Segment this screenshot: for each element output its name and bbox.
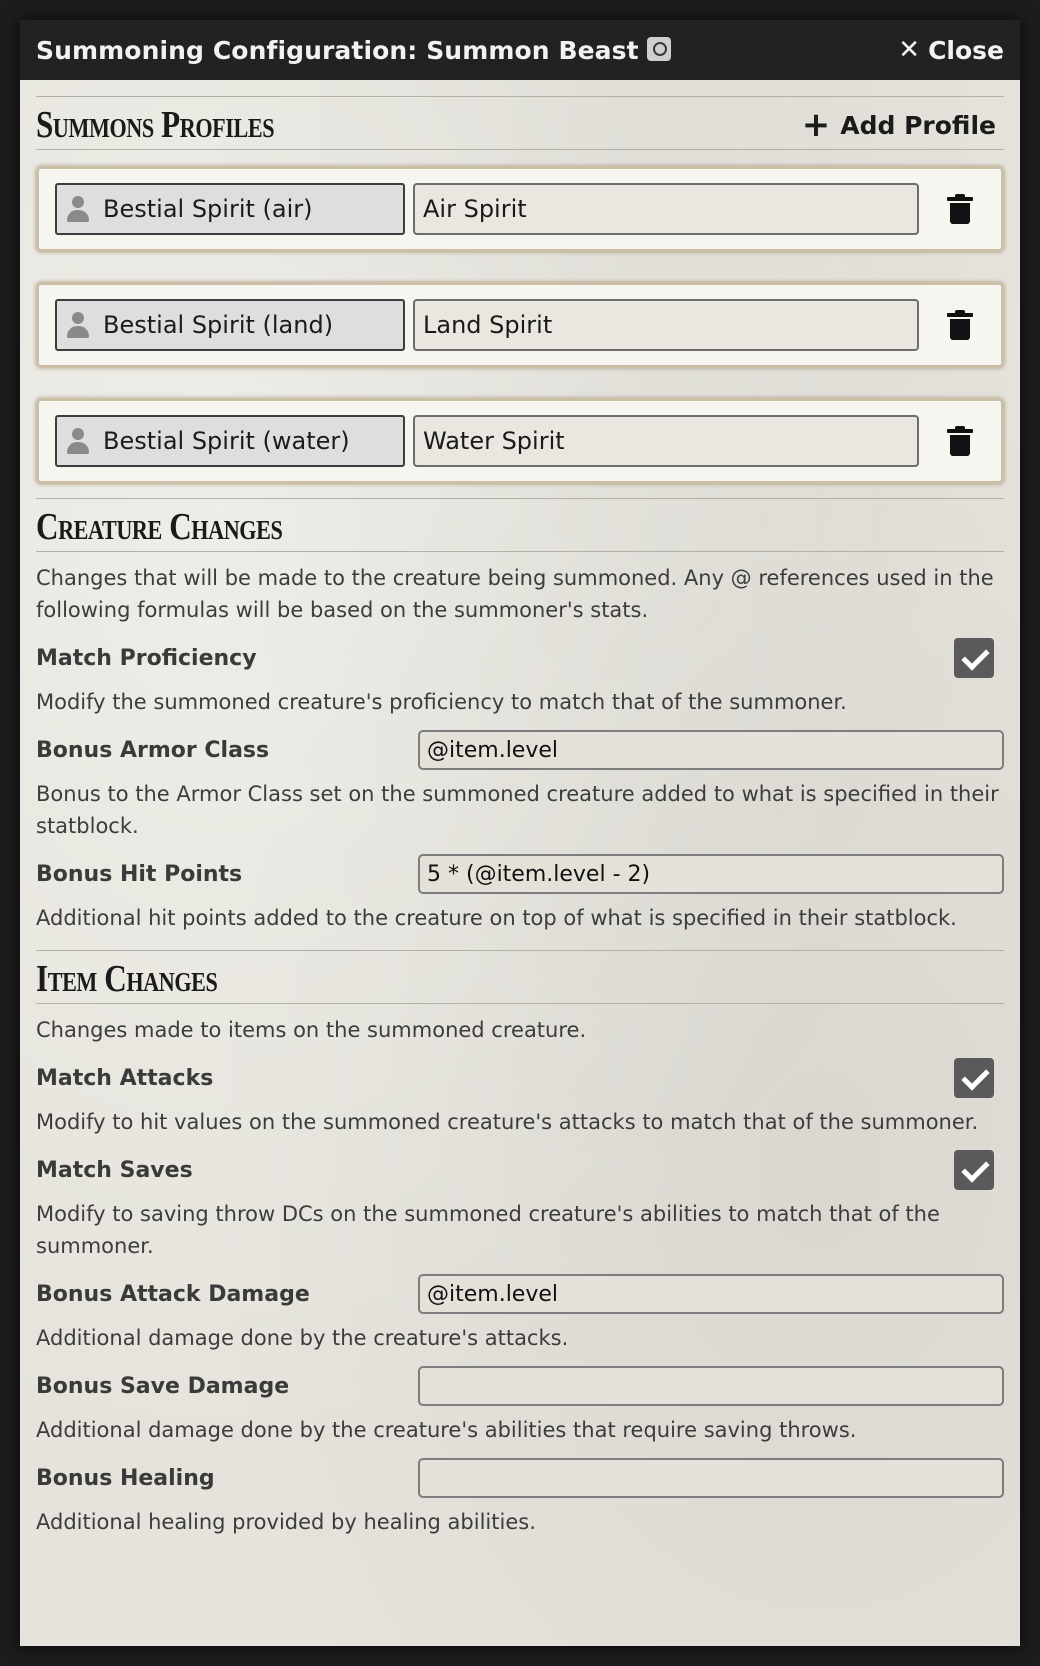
bonus-save-damage-row: Bonus Save Damage — [36, 1364, 1004, 1408]
person-icon — [65, 427, 91, 455]
summoning-config-window: Summoning Configuration: Summon Beast ✕ … — [20, 20, 1020, 1646]
match-attacks-label: Match Attacks — [36, 1065, 214, 1091]
bonus-armor-class-label: Bonus Armor Class — [36, 737, 270, 763]
match-saves-checkbox[interactable] — [954, 1150, 994, 1190]
bonus-armor-class-hint: Bonus to the Armor Class set on the summ… — [36, 782, 999, 838]
match-saves-hint: Modify to saving throw DCs on the summon… — [36, 1202, 940, 1258]
profiles-section-header: Summons Profiles + Add Profile — [36, 96, 1004, 150]
bonus-healing-row: Bonus Healing — [36, 1456, 1004, 1500]
profile-actor-name: Bestial Spirit (land) — [103, 311, 334, 339]
match-proficiency-checkbox[interactable] — [954, 638, 994, 678]
match-saves-label: Match Saves — [36, 1157, 193, 1183]
bonus-healing-input[interactable] — [418, 1458, 1004, 1498]
bonus-armor-class-input[interactable] — [418, 730, 1004, 770]
bonus-save-damage-input[interactable] — [418, 1366, 1004, 1406]
window-title: Summoning Configuration: Summon Beast — [36, 36, 671, 65]
bonus-attack-damage-hint: Additional damage done by the creature's… — [36, 1326, 569, 1350]
creature-changes-title: Creature Changes — [36, 506, 283, 548]
bonus-hit-points-input[interactable] — [418, 854, 1004, 894]
profile-actor-name: Bestial Spirit (water) — [103, 427, 350, 455]
profiles-section-title: Summons Profiles — [36, 104, 275, 146]
profile-name-input[interactable] — [413, 299, 919, 351]
trash-icon[interactable] — [947, 426, 973, 456]
match-attacks-row: Match Attacks — [36, 1056, 1004, 1100]
person-icon — [65, 195, 91, 223]
add-profile-label: Add Profile — [840, 110, 996, 140]
window-content: Summons Profiles + Add Profile Bestial S… — [20, 80, 1020, 1538]
window-titlebar[interactable]: Summoning Configuration: Summon Beast ✕ … — [20, 20, 1020, 80]
bonus-save-damage-hint: Additional damage done by the creature's… — [36, 1418, 857, 1442]
bonus-hit-points-hint: Additional hit points added to the creat… — [36, 906, 957, 930]
item-changes-hint: Changes made to items on the summoned cr… — [36, 1018, 587, 1042]
match-saves-row: Match Saves — [36, 1148, 1004, 1192]
close-button[interactable]: ✕ Close — [898, 35, 1004, 65]
close-label: Close — [928, 35, 1004, 65]
creature-changes-header: Creature Changes — [36, 498, 1004, 552]
compendium-icon — [646, 36, 671, 61]
plus-icon: + — [801, 105, 831, 145]
item-changes-header: Item Changes — [36, 950, 1004, 1004]
item-changes-title: Item Changes — [36, 958, 218, 1000]
profile-actor-link[interactable]: Bestial Spirit (land) — [55, 299, 405, 351]
profile-card: Bestial Spirit (water) — [36, 398, 1004, 484]
person-icon — [65, 311, 91, 339]
trash-icon[interactable] — [947, 310, 973, 340]
bonus-hit-points-row: Bonus Hit Points — [36, 852, 1004, 896]
trash-icon[interactable] — [947, 194, 973, 224]
bonus-healing-label: Bonus Healing — [36, 1465, 215, 1491]
bonus-save-damage-label: Bonus Save Damage — [36, 1373, 290, 1399]
bonus-attack-damage-label: Bonus Attack Damage — [36, 1281, 310, 1307]
match-attacks-hint: Modify to hit values on the summoned cre… — [36, 1110, 979, 1134]
bonus-healing-hint: Additional healing provided by healing a… — [36, 1510, 536, 1534]
bonus-armor-class-row: Bonus Armor Class — [36, 728, 1004, 772]
profile-name-input[interactable] — [413, 415, 919, 467]
bonus-hit-points-label: Bonus Hit Points — [36, 861, 243, 887]
profile-card: Bestial Spirit (air) — [36, 166, 1004, 252]
match-proficiency-hint: Modify the summoned creature's proficien… — [36, 690, 847, 714]
profile-name-input[interactable] — [413, 183, 919, 235]
window-title-text: Summoning Configuration: Summon Beast — [36, 35, 639, 65]
match-proficiency-label: Match Proficiency — [36, 645, 257, 671]
profile-actor-name: Bestial Spirit (air) — [103, 195, 313, 223]
match-attacks-checkbox[interactable] — [954, 1058, 994, 1098]
close-icon: ✕ — [898, 35, 921, 65]
profile-actor-link[interactable]: Bestial Spirit (air) — [55, 183, 405, 235]
match-proficiency-row: Match Proficiency — [36, 636, 1004, 680]
profile-card: Bestial Spirit (land) — [36, 282, 1004, 368]
add-profile-button[interactable]: + Add Profile — [802, 108, 1004, 142]
creature-changes-hint: Changes that will be made to the creatur… — [36, 566, 994, 622]
profile-actor-link[interactable]: Bestial Spirit (water) — [55, 415, 405, 467]
bonus-attack-damage-input[interactable] — [418, 1274, 1004, 1314]
bonus-attack-damage-row: Bonus Attack Damage — [36, 1272, 1004, 1316]
